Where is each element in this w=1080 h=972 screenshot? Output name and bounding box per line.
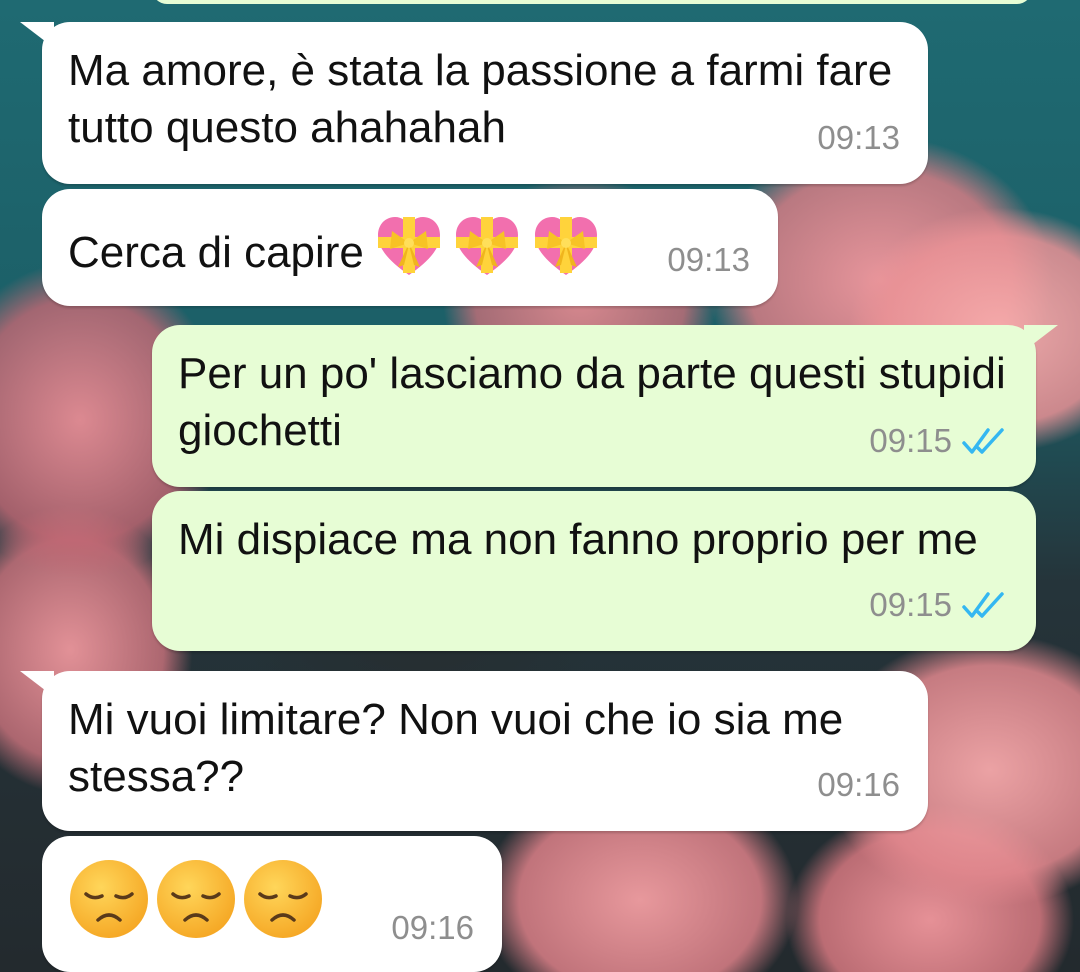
message-content: Cerca di capire (68, 215, 754, 281)
read-receipt-double-check-icon (962, 427, 1004, 454)
message-timestamp: 09:16 (817, 756, 900, 813)
heart-with-ribbon-emoji (533, 217, 599, 277)
chat-conversation: Ma amore, è stata la passione a farmi fa… (0, 0, 1080, 972)
timestamp-text: 09:16 (817, 766, 900, 803)
message-bubble-incoming[interactable]: Cerca di capire 09:13 (42, 189, 778, 306)
timestamp-text: 09:13 (667, 241, 750, 278)
message-timestamp: 09:15 (869, 412, 1008, 469)
timestamp-text: 09:15 (869, 586, 952, 623)
message-timestamp: 09:13 (667, 231, 750, 288)
message-text: Mi vuoi limitare? Non vuoi che io sia me… (68, 695, 844, 801)
message-timestamp: 09:13 (817, 109, 900, 166)
heart-with-ribbon-emoji (454, 217, 532, 277)
message-bubble-incoming[interactable]: Mi vuoi limitare? Non vuoi che io sia me… (20, 671, 928, 831)
timestamp-text: 09:15 (869, 422, 952, 459)
read-receipt-double-check-icon (962, 591, 1004, 618)
message-bubble-outgoing[interactable]: Mi dispiace ma non fanno proprio per me … (152, 491, 1036, 651)
disappointed-face-emoji (157, 860, 235, 938)
previous-message-bubble[interactable] (152, 0, 1032, 4)
message-timestamp: 09:16 (391, 899, 474, 956)
heart-with-ribbon-emoji (376, 217, 454, 277)
message-bubble-incoming[interactable]: 09:16 (42, 836, 502, 972)
timestamp-text: 09:16 (391, 909, 474, 946)
message-timestamp: 09:15 (869, 576, 1008, 633)
disappointed-face-emoji (244, 860, 322, 938)
disappointed-face-emoji (70, 860, 148, 938)
message-bubble-outgoing[interactable]: Per un po' lasciamo da parte questi stup… (152, 325, 1058, 487)
message-bubble-incoming[interactable]: Ma amore, è stata la passione a farmi fa… (20, 22, 928, 184)
emoji-row (68, 858, 329, 940)
message-text: Ma amore, è stata la passione a farmi fa… (68, 46, 893, 152)
message-text: Mi dispiace ma non fanno proprio per me (178, 515, 978, 564)
message-text: Cerca di capire (68, 228, 364, 277)
timestamp-text: 09:13 (817, 119, 900, 156)
